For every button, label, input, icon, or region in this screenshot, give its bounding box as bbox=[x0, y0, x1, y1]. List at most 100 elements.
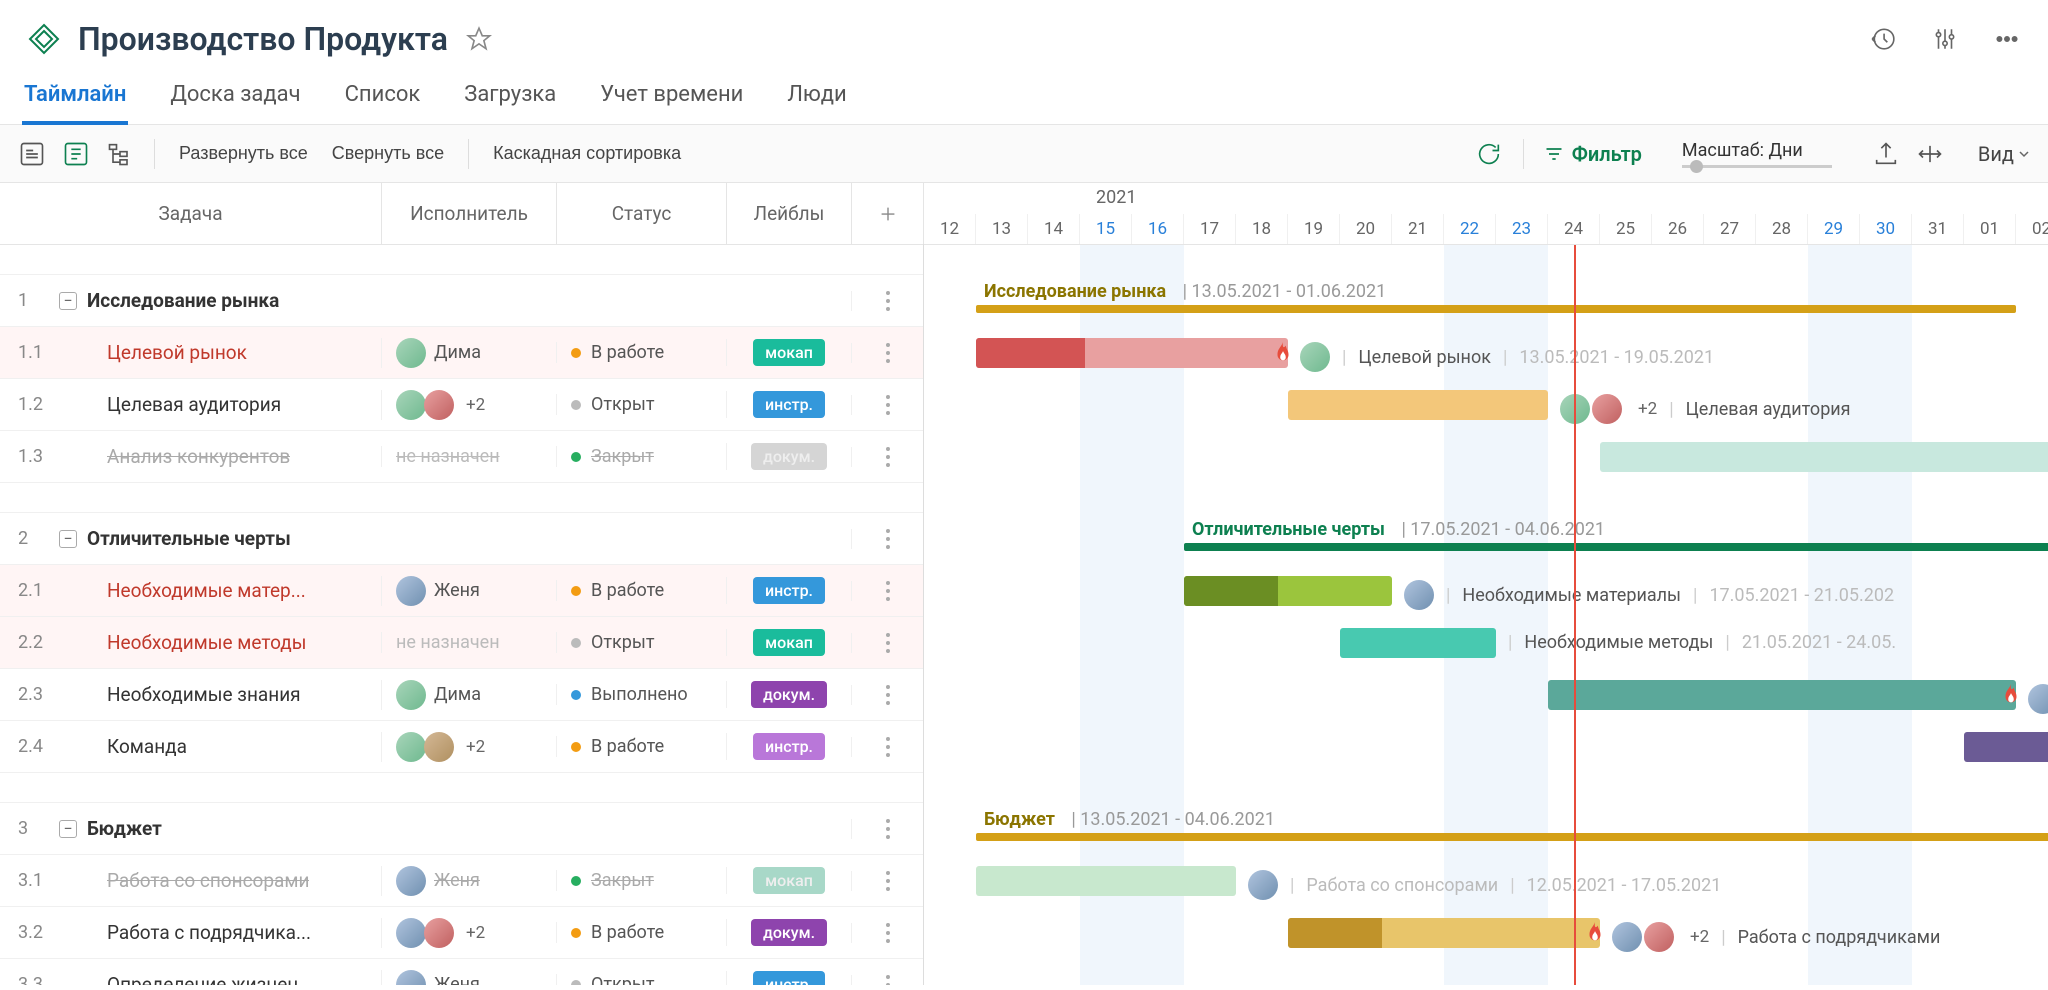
status-dot bbox=[571, 348, 581, 358]
status-text: В работе bbox=[591, 736, 664, 757]
label-chip[interactable]: инстр. bbox=[753, 391, 825, 418]
tab-5[interactable]: Люди bbox=[785, 74, 848, 124]
add-column-button[interactable] bbox=[852, 183, 924, 244]
status-dot bbox=[571, 928, 581, 938]
task-bar[interactable] bbox=[1548, 680, 2016, 710]
column-header-labels[interactable]: Лейблы bbox=[727, 183, 852, 244]
list-indent-icon[interactable] bbox=[18, 140, 46, 168]
summary-bar[interactable] bbox=[1184, 543, 2048, 551]
label-chip[interactable]: инстр. bbox=[753, 733, 825, 760]
task-bar[interactable]: |Работа со спонсорами|12.05.2021 - 17.05… bbox=[976, 866, 1236, 896]
collapse-all-button[interactable]: Свернуть все bbox=[328, 137, 448, 170]
status-dot bbox=[571, 452, 581, 462]
row-menu-icon[interactable] bbox=[886, 633, 890, 653]
collapse-group-button[interactable]: − bbox=[59, 820, 77, 838]
task-name[interactable]: Целевой рынок bbox=[107, 341, 247, 364]
task-name[interactable]: Необходимые методы bbox=[107, 631, 307, 654]
row-menu-icon[interactable] bbox=[886, 581, 890, 601]
avatar bbox=[424, 390, 454, 420]
day-cell: 16 bbox=[1132, 214, 1184, 244]
label-chip[interactable]: докум. bbox=[751, 443, 827, 470]
row-menu-icon[interactable] bbox=[886, 819, 890, 839]
gantt-chart[interactable]: 2021 12131415161718192021222324252627282… bbox=[924, 183, 2048, 985]
details-panel-icon[interactable] bbox=[62, 140, 90, 168]
day-cell: 29 bbox=[1808, 214, 1860, 244]
task-name[interactable]: Работа с подрядчика... bbox=[107, 921, 311, 944]
label-chip[interactable]: докум. bbox=[751, 919, 827, 946]
task-bar[interactable]: |А bbox=[1600, 442, 2048, 472]
column-header-status[interactable]: Статус bbox=[557, 183, 727, 244]
assignee-name: Женя bbox=[434, 580, 480, 601]
hierarchy-icon[interactable] bbox=[106, 140, 134, 168]
tab-3[interactable]: Загрузка bbox=[462, 74, 558, 124]
collapse-group-button[interactable]: − bbox=[59, 530, 77, 548]
task-name[interactable]: Команда bbox=[107, 735, 187, 758]
row-menu-icon[interactable] bbox=[886, 291, 890, 311]
column-header-assignee[interactable]: Исполнитель bbox=[382, 183, 557, 244]
task-bar[interactable]: +2|Работа с подрядчиками bbox=[1288, 918, 1600, 948]
more-horizontal-icon[interactable] bbox=[1994, 26, 2020, 52]
group-name[interactable]: Бюджет bbox=[87, 817, 162, 840]
day-cell: 17 bbox=[1184, 214, 1236, 244]
task-name[interactable]: Необходимые знания bbox=[107, 683, 301, 706]
avatar bbox=[1592, 394, 1622, 424]
tab-4[interactable]: Учет времени bbox=[598, 74, 745, 124]
filter-button[interactable]: Фильтр bbox=[1544, 142, 1642, 166]
day-cell: 19 bbox=[1288, 214, 1340, 244]
task-name[interactable]: Анализ конкурентов bbox=[107, 445, 290, 468]
row-menu-icon[interactable] bbox=[886, 395, 890, 415]
row-menu-icon[interactable] bbox=[886, 447, 890, 467]
bar-label: |Необходимые материалы|17.05.2021 - 21.0… bbox=[1404, 580, 1894, 610]
export-icon[interactable] bbox=[1872, 140, 1900, 168]
label-chip[interactable]: докум. bbox=[751, 681, 827, 708]
row-menu-icon[interactable] bbox=[886, 343, 890, 363]
settings-sliders-icon[interactable] bbox=[1932, 26, 1958, 52]
label-chip[interactable]: мокап bbox=[753, 339, 825, 366]
cascade-sort-button[interactable]: Каскадная сортировка bbox=[489, 137, 685, 170]
row-menu-icon[interactable] bbox=[886, 737, 890, 757]
row-menu-icon[interactable] bbox=[886, 871, 890, 891]
day-cell: 15 bbox=[1080, 214, 1132, 244]
task-bar[interactable]: +2|Целевая аудитория bbox=[1288, 390, 1548, 420]
refresh-icon[interactable] bbox=[1475, 140, 1503, 168]
column-header-task[interactable]: Задача bbox=[0, 183, 382, 244]
summary-label: Исследование рынка | 13.05.2021 - 01.06.… bbox=[984, 281, 1386, 302]
day-cell: 18 bbox=[1236, 214, 1288, 244]
row-menu-icon[interactable] bbox=[886, 975, 890, 986]
task-bar[interactable]: |Необходимые материалы|17.05.2021 - 21.0… bbox=[1184, 576, 1392, 606]
summary-bar[interactable] bbox=[976, 833, 2048, 841]
expand-all-button[interactable]: Развернуть все bbox=[175, 137, 312, 170]
zoom-scale[interactable]: Масштаб: Дни bbox=[1682, 140, 1832, 168]
task-name[interactable]: Определение жизнен... bbox=[107, 973, 313, 985]
row-menu-icon[interactable] bbox=[886, 685, 890, 705]
favorite-star-icon[interactable] bbox=[466, 26, 492, 52]
task-name[interactable]: Работа со спонсорами bbox=[107, 869, 309, 892]
more-assignees: +2 bbox=[1690, 927, 1709, 947]
label-chip[interactable]: инстр. bbox=[753, 577, 825, 604]
group-name[interactable]: Исследование рынка bbox=[87, 289, 279, 312]
task-name[interactable]: Необходимые матер... bbox=[107, 579, 306, 602]
status-text: Закрыт bbox=[591, 446, 654, 467]
avatar bbox=[396, 390, 426, 420]
task-bar[interactable]: |Целевой рынок|13.05.2021 - 19.05.2021 bbox=[976, 338, 1288, 368]
tab-1[interactable]: Доска задач bbox=[168, 74, 302, 124]
group-name[interactable]: Отличительные черты bbox=[87, 527, 291, 550]
task-name[interactable]: Целевая аудитория bbox=[107, 393, 281, 416]
tab-0[interactable]: Таймлайн bbox=[22, 74, 128, 125]
summary-bar[interactable] bbox=[976, 305, 2016, 313]
row-menu-icon[interactable] bbox=[886, 529, 890, 549]
collapse-group-button[interactable]: − bbox=[59, 292, 77, 310]
label-chip[interactable]: мокап bbox=[753, 629, 825, 656]
task-bar[interactable] bbox=[1964, 732, 2048, 762]
tab-2[interactable]: Список bbox=[343, 74, 423, 124]
task-bar[interactable]: |Необходимые методы|21.05.2021 - 24.05. bbox=[1340, 628, 1496, 658]
label-chip[interactable]: мокап bbox=[753, 867, 825, 894]
history-icon[interactable] bbox=[1870, 26, 1896, 52]
status-dot bbox=[571, 742, 581, 752]
label-chip[interactable]: инстр. bbox=[753, 971, 825, 985]
row-menu-icon[interactable] bbox=[886, 923, 890, 943]
view-dropdown[interactable]: Вид bbox=[1978, 142, 2030, 166]
fit-width-icon[interactable] bbox=[1916, 140, 1944, 168]
task-table: Задача Исполнитель Статус Лейблы 1−Иссле… bbox=[0, 183, 924, 985]
project-title: Производство Продукта bbox=[78, 20, 448, 58]
